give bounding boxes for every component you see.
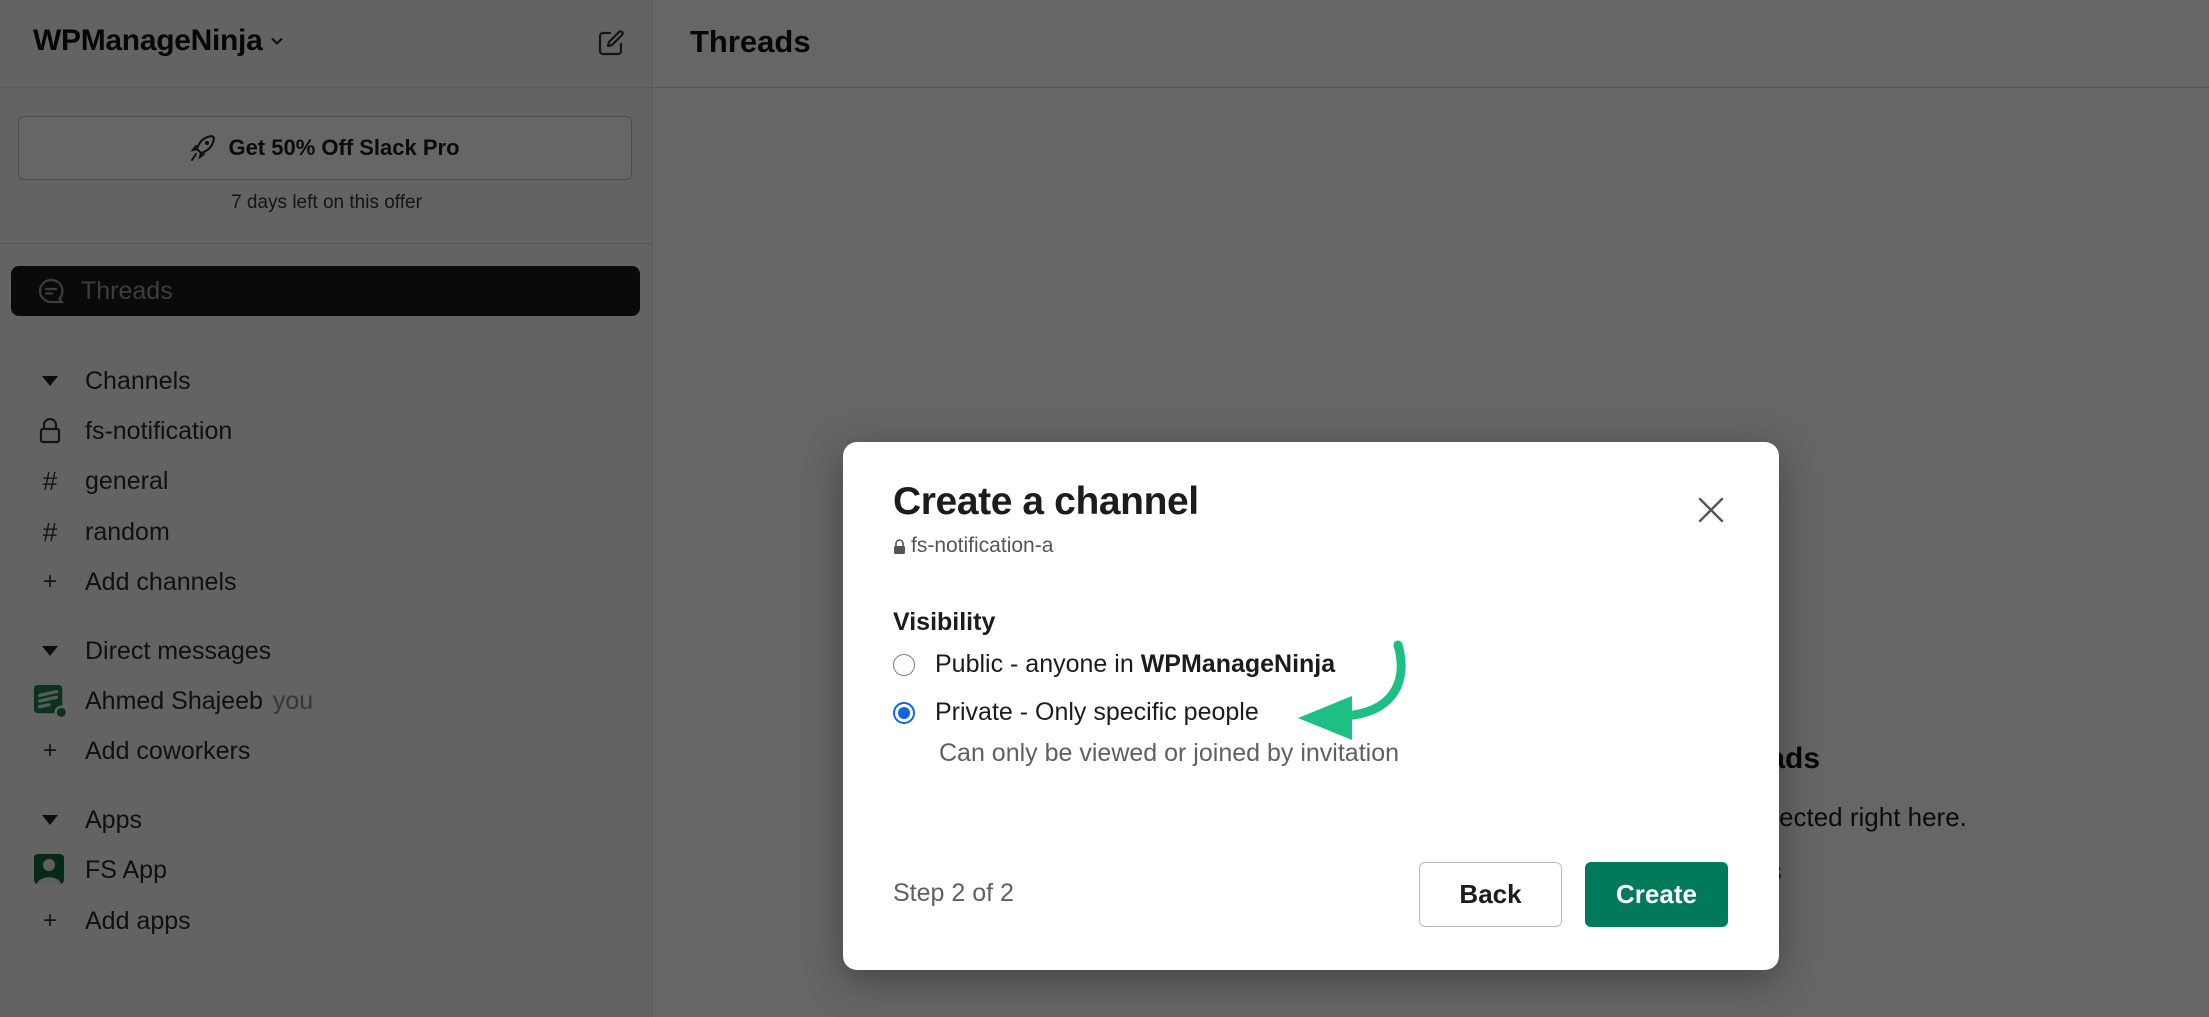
public-label: Public - anyone in (935, 650, 1141, 678)
channel-name-preview: fs-notification-a (893, 534, 1053, 558)
workspace-name: WPManageNinja (1140, 650, 1336, 678)
visibility-label: Visibility (893, 608, 996, 636)
create-channel-dialog: Create a channel fs-notification-a Visib… (843, 442, 1779, 970)
lock-icon (894, 538, 905, 554)
private-label: Private - Only specific people (935, 698, 1259, 726)
dialog-title: Create a channel (893, 480, 1199, 523)
close-icon (1698, 497, 1724, 523)
visibility-option-public[interactable]: Public - anyone in WPManageNinja (893, 650, 1335, 679)
back-button[interactable]: Back (1419, 862, 1562, 927)
private-radio[interactable] (893, 701, 915, 724)
channel-name: fs-notification-a (911, 534, 1054, 557)
private-description: Can only be viewed or joined by invitati… (939, 739, 1399, 767)
close-button[interactable] (1693, 492, 1729, 528)
visibility-option-private[interactable]: Private - Only specific people (893, 698, 1259, 727)
public-radio[interactable] (893, 653, 915, 676)
step-indicator: Step 2 of 2 (893, 879, 1014, 907)
create-button[interactable]: Create (1585, 862, 1728, 927)
